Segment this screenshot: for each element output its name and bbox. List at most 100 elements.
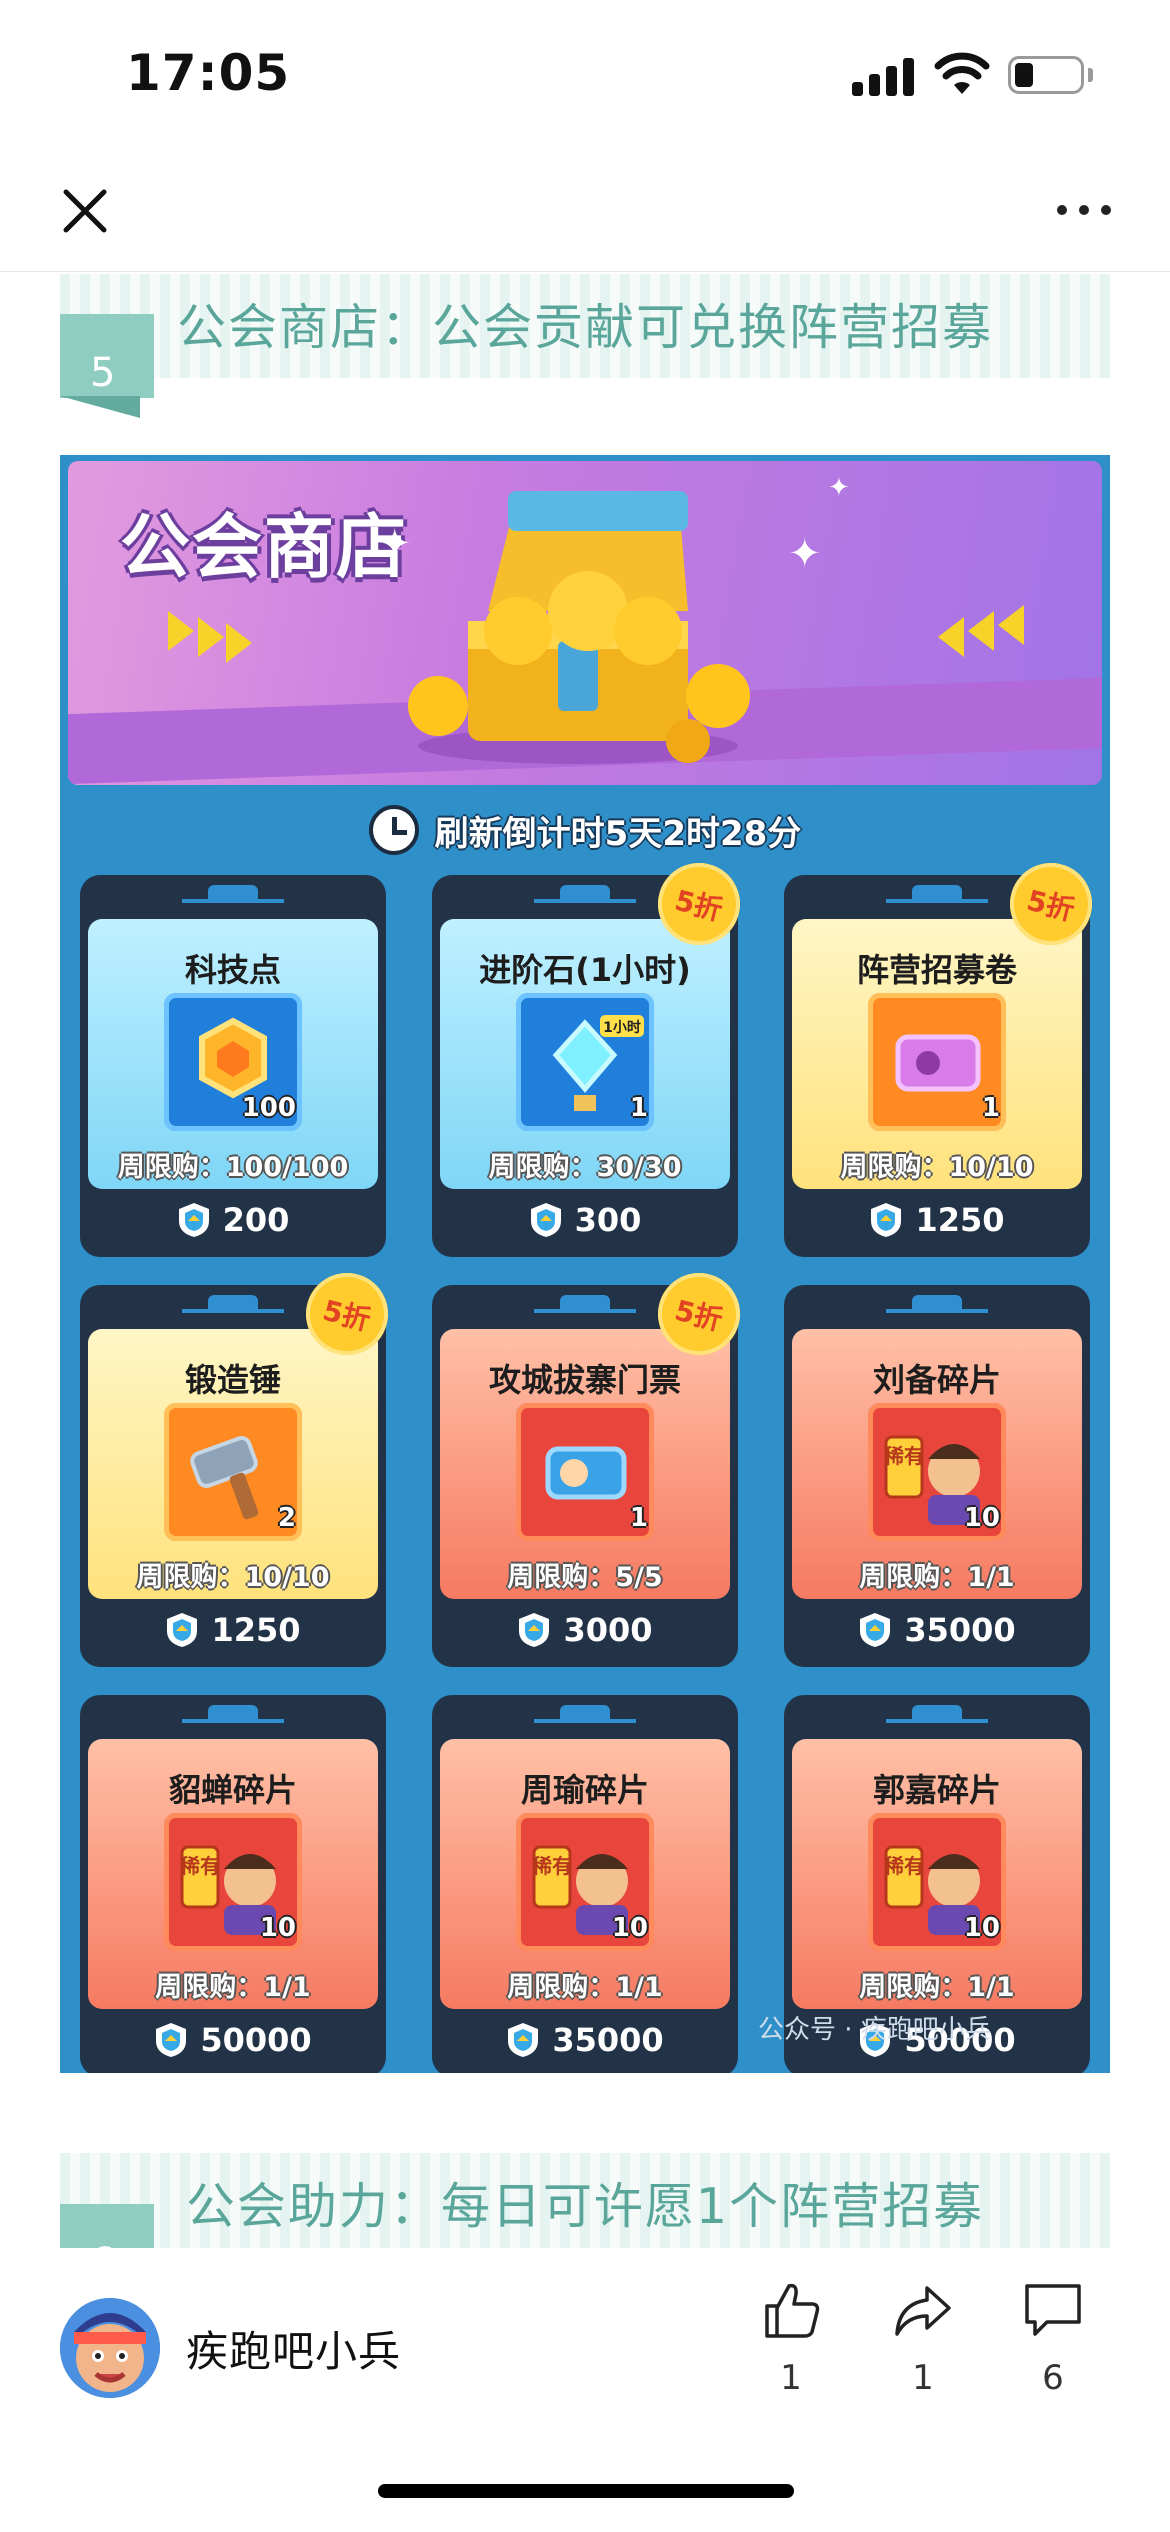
status-bar: 17:05 [0,0,1170,150]
guild-contribution-icon [156,2023,187,2057]
clock-icon [368,805,419,855]
refresh-text: 刷新倒计时5天2时28分 [434,813,802,854]
card-hanger [534,1705,636,1723]
item-name: 周瑜碎片 [520,1771,649,1809]
comment-count: 6 [1042,2358,1064,2398]
item-quantity: 2 [277,1503,296,1533]
shop-title: 公会商店 [120,506,408,588]
section-heading: 公会助力：每日可许愿1个阵营招募 [60,2153,1110,2257]
guild-contribution-icon [508,2023,539,2057]
item-price: 3000 [563,1611,653,1649]
price-row: 300 [432,1197,738,1243]
item-quantity: 10 [611,1913,648,1943]
shop-item-card[interactable]: 攻城拔寨门票 1 周限购：5/5 3000 5折 [432,1264,749,1667]
share-arrow-icon [895,2286,951,2336]
section-number-badge: 6 [60,2204,154,2248]
weekly-limit: 周限购：1/1 [859,1562,1015,1593]
section-title: 公会助力：每日可许愿1个阵营招募 [185,2178,985,2235]
item-quantity: 10 [963,1913,1000,1943]
author-avatar[interactable] [60,2298,160,2398]
item-quantity: 1 [629,1503,648,1533]
weekly-limit: 周限购：5/5 [507,1562,663,1593]
item-quantity: 1 [629,1093,648,1123]
card-hanger [182,885,284,903]
battery-icon [1008,56,1084,94]
item-name: 科技点 [184,951,281,989]
status-time: 17:05 [126,44,291,102]
section-number: 5 [90,350,116,396]
item-price: 1250 [915,1201,1005,1239]
svg-text:1小时: 1小时 [603,1019,641,1036]
shop-item-card[interactable]: 进阶石(1小时) 1小时 1 周限购：30/30 300 5折 [432,854,749,1257]
guild-contribution-icon [178,1203,209,1237]
card-hanger [886,1295,988,1313]
price-row: 1250 [784,1197,1090,1243]
comment-button[interactable]: 6 [1008,2278,1098,2418]
weekly-limit: 周限购：10/10 [136,1562,330,1593]
item-price: 35000 [904,1611,1016,1649]
wifi-icon [934,52,990,94]
shop-item-card[interactable]: 貂蝉碎片稀有 10 周限购：1/1 50000 [80,1695,386,2073]
cellular-signal-icon [852,58,914,96]
more-options-icon[interactable] [1048,190,1120,230]
card-hanger [182,1295,284,1313]
card-hanger [182,1705,284,1723]
weekly-limit: 周限购：1/1 [859,1972,1015,2003]
arrow-decor-icon [998,605,1024,645]
weekly-limit: 周限购：1/1 [507,1972,663,2003]
item-name: 郭嘉碎片 [872,1771,1001,1809]
weekly-limit: 周限购：100/100 [117,1152,349,1183]
item-price: 50000 [200,2021,312,2059]
card-hanger [886,885,988,903]
card-hanger [534,1295,636,1313]
shop-item-card[interactable]: 科技点 100 周限购：100/100 200 [80,875,386,1257]
section-number-badge: 5 [60,314,154,418]
svg-text:稀有: 稀有 [884,1854,924,1878]
author-bar: 疾跑吧小兵 1 1 6 [0,2248,1170,2428]
item-name: 攻城拔寨门票 [488,1361,681,1399]
guild-shop-image: 公会商店 ✦ ✦ ✦ 刷新倒计时5天2时28分 科技点 100 周限购：100/10… [60,455,1110,2073]
shop-item-card[interactable]: 阵营招募卷 1 周限购：10/10 1250 5折 [784,854,1101,1257]
card-hanger [534,885,636,903]
weekly-limit: 周限购：10/10 [840,1152,1034,1183]
author-name[interactable]: 疾跑吧小兵 [186,2318,401,2379]
item-quantity: 10 [259,1913,296,1943]
arrow-decor-icon [968,611,994,651]
item-price: 1250 [211,1611,301,1649]
avatar-face-icon [60,2298,160,2398]
home-indicator[interactable] [378,2484,794,2498]
guild-contribution-icon [167,1613,198,1647]
guild-contribution-icon [860,1613,891,1647]
section-number: 6 [90,2240,115,2248]
battery-tip [1088,68,1093,82]
price-row: 35000 [432,2017,738,2063]
shop-item-card[interactable]: 周瑜碎片稀有 10 周限购：1/1 35000 [432,1695,738,2073]
svg-text:稀有: 稀有 [180,1854,220,1878]
price-row: 35000 [784,1607,1090,1653]
treasure-chest-icon [408,491,750,764]
item-name: 阵营招募卷 [856,951,1017,989]
guild-contribution-icon [519,1613,550,1647]
shop-item-card[interactable]: 刘备碎片 稀有 10 周限购：1/1 35000 [784,1285,1090,1667]
shop-banner: 公会商店 ✦ ✦ ✦ [68,461,1102,785]
arrow-decor-icon [198,617,224,657]
share-count: 1 [912,2358,934,2398]
price-row: 50000 [80,2017,386,2063]
shop-item-card[interactable]: 锻造锤 2 周限购：10/10 1250 5折 [80,1264,397,1667]
share-button[interactable]: 1 [878,2278,968,2418]
nav-bar [0,150,1170,272]
close-icon[interactable] [52,178,118,244]
sparkle-icon: ✦ [828,473,850,503]
svg-text:稀有: 稀有 [884,1444,924,1468]
thumbs-up-icon [765,2283,820,2338]
like-button[interactable]: 1 [746,2278,836,2418]
weekly-limit: 周限购：1/1 [155,1972,311,2003]
svg-text:稀有: 稀有 [532,1854,572,1878]
arrow-decor-icon [226,623,252,663]
card-hanger [886,1705,988,1723]
item-name: 貂蝉碎片 [168,1771,297,1809]
price-row: 3000 [432,1607,738,1653]
weekly-limit: 周限购：30/30 [488,1152,682,1183]
item-quantity: 1 [981,1093,1000,1123]
arrow-decor-icon [168,611,194,651]
